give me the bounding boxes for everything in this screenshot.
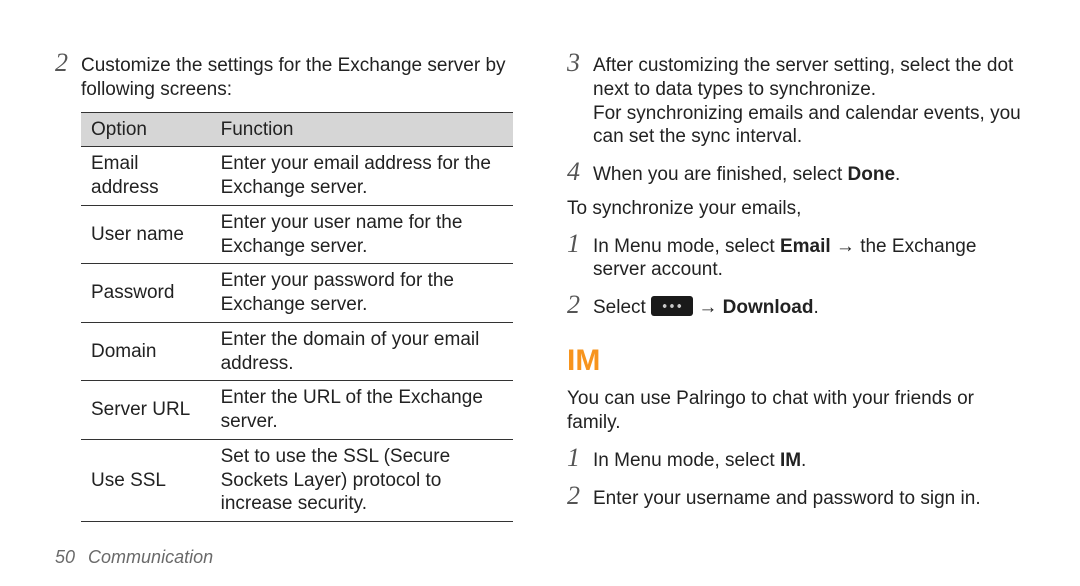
text-suffix: . (801, 450, 806, 471)
page-footer: 50 Communication (55, 546, 213, 569)
right-step-4: 4 When you are finished, select Done. (567, 159, 1025, 187)
table-row: Password Enter your password for the Exc… (81, 264, 513, 323)
option-cell: Domain (81, 322, 211, 381)
step-text: When you are finished, select Done. (593, 159, 1025, 187)
manual-page: 2 Customize the settings for the Exchang… (0, 0, 1080, 586)
col-header-option: Option (81, 112, 211, 147)
right-column: 3 After customizing the server setting, … (567, 50, 1025, 586)
step-text: In Menu mode, select IM. (593, 445, 1025, 473)
option-cell: Use SSL (81, 439, 211, 521)
table-row: Domain Enter the domain of your email ad… (81, 322, 513, 381)
step-text-line: For synchronizing emails and calendar ev… (593, 103, 1021, 148)
step-number: 1 (567, 231, 593, 257)
im-step-1: 1 In Menu mode, select IM. (567, 445, 1025, 473)
option-cell: Server URL (81, 381, 211, 440)
table-row: Server URL Enter the URL of the Exchange… (81, 381, 513, 440)
step-text-line: After customizing the server setting, se… (593, 55, 1013, 100)
left-column: 2 Customize the settings for the Exchang… (55, 50, 513, 586)
step-number: 3 (567, 50, 593, 76)
sync-step-1: 1 In Menu mode, select Email → the Excha… (567, 231, 1025, 283)
footer-section-name: Communication (88, 547, 213, 567)
im-section-heading: IM (567, 342, 1025, 380)
arrow-text: → (693, 297, 723, 318)
step-number: 4 (567, 159, 593, 185)
sync-step-2: 2 Select → Download. (567, 292, 1025, 320)
table-row: Email address Enter your email address f… (81, 147, 513, 206)
table-row: Use SSL Set to use the SSL (Secure Socke… (81, 439, 513, 521)
page-number: 50 (55, 547, 75, 567)
im-intro: You can use Palringo to chat with your f… (567, 387, 1025, 435)
table-row: User name Enter your user name for the E… (81, 205, 513, 264)
function-cell: Enter your password for the Exchange ser… (211, 264, 513, 323)
step-text: In Menu mode, select Email → the Exchang… (593, 231, 1025, 283)
bold-label: Email (780, 236, 831, 257)
bold-label: Download (723, 297, 814, 318)
table-header-row: Option Function (81, 112, 513, 147)
function-cell: Enter your user name for the Exchange se… (211, 205, 513, 264)
step-number: 2 (55, 50, 81, 76)
step-text: Enter your username and password to sign… (593, 483, 1025, 511)
col-header-function: Function (211, 112, 513, 147)
sync-intro: To synchronize your emails, (567, 197, 1025, 221)
option-cell: Email address (81, 147, 211, 206)
function-cell: Enter the URL of the Exchange server. (211, 381, 513, 440)
function-cell: Enter your email address for the Exchang… (211, 147, 513, 206)
text-prefix: Select (593, 297, 651, 318)
step-text: Customize the settings for the Exchange … (81, 50, 513, 102)
right-step-3: 3 After customizing the server setting, … (567, 50, 1025, 149)
bold-label: Done (848, 164, 896, 185)
step-text: Select → Download. (593, 292, 1025, 320)
more-options-icon (651, 296, 693, 316)
text-suffix: . (813, 297, 818, 318)
function-cell: Set to use the SSL (Secure Sockets Layer… (211, 439, 513, 521)
text-prefix: When you are finished, select (593, 164, 848, 185)
function-cell: Enter the domain of your email address. (211, 322, 513, 381)
step-number: 1 (567, 445, 593, 471)
im-step-2: 2 Enter your username and password to si… (567, 483, 1025, 511)
text-suffix: . (895, 164, 900, 185)
text-prefix: In Menu mode, select (593, 236, 780, 257)
step-text: After customizing the server setting, se… (593, 50, 1025, 149)
exchange-options-table: Option Function Email address Enter your… (81, 112, 513, 523)
option-cell: User name (81, 205, 211, 264)
step-number: 2 (567, 483, 593, 509)
option-cell: Password (81, 264, 211, 323)
left-step-2: 2 Customize the settings for the Exchang… (55, 50, 513, 102)
step-number: 2 (567, 292, 593, 318)
text-prefix: In Menu mode, select (593, 450, 780, 471)
bold-label: IM (780, 450, 801, 471)
